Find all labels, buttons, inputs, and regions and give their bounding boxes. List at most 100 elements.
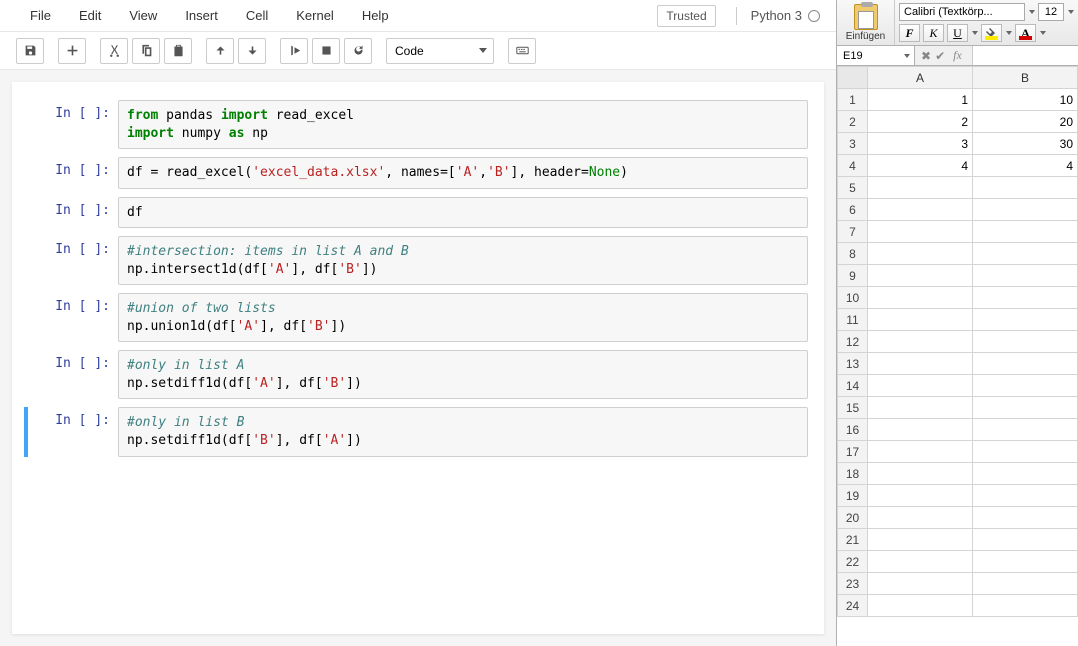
move-up-button[interactable] <box>206 38 234 64</box>
row-header[interactable]: 24 <box>838 595 868 617</box>
cell[interactable] <box>973 507 1078 529</box>
code-cell[interactable]: In [ ]:#intersection: items in list A an… <box>28 236 808 285</box>
row-header[interactable]: 15 <box>838 397 868 419</box>
row-header[interactable]: 6 <box>838 199 868 221</box>
restart-button[interactable] <box>344 38 372 64</box>
cell[interactable]: 2 <box>868 111 973 133</box>
cell-type-select[interactable]: Code <box>386 38 494 64</box>
menu-item-kernel[interactable]: Kernel <box>282 8 348 23</box>
cell[interactable] <box>973 177 1078 199</box>
cell[interactable] <box>868 287 973 309</box>
name-box[interactable]: E19 <box>837 46 915 65</box>
font-select[interactable]: Calibri (Textkörp... <box>899 3 1025 21</box>
cell[interactable]: 1 <box>868 89 973 111</box>
code-cell[interactable]: In [ ]:#only in list B np.setdiff1d(df['… <box>24 407 808 456</box>
cell[interactable] <box>868 529 973 551</box>
row-header[interactable]: 17 <box>838 441 868 463</box>
row-header[interactable]: 12 <box>838 331 868 353</box>
cell[interactable] <box>868 331 973 353</box>
cell[interactable] <box>868 573 973 595</box>
font-size-input[interactable]: 12 <box>1038 3 1064 21</box>
kernel-indicator[interactable]: Python 3 <box>751 8 820 23</box>
cell[interactable] <box>868 221 973 243</box>
cell[interactable] <box>973 375 1078 397</box>
menu-item-help[interactable]: Help <box>348 8 403 23</box>
cell[interactable] <box>973 353 1078 375</box>
code-cell[interactable]: In [ ]:#union of two lists np.union1d(df… <box>28 293 808 342</box>
cell[interactable] <box>973 419 1078 441</box>
cell[interactable] <box>868 507 973 529</box>
row-header[interactable]: 11 <box>838 309 868 331</box>
italic-button[interactable]: K <box>923 24 944 42</box>
cell[interactable] <box>973 309 1078 331</box>
cell[interactable] <box>973 485 1078 507</box>
cell[interactable] <box>868 199 973 221</box>
cell[interactable] <box>868 463 973 485</box>
cell[interactable] <box>868 243 973 265</box>
menu-item-file[interactable]: File <box>16 8 65 23</box>
code-cell[interactable]: In [ ]:#only in list A np.setdiff1d(df['… <box>28 350 808 399</box>
row-header[interactable]: 22 <box>838 551 868 573</box>
cell[interactable] <box>973 221 1078 243</box>
cell[interactable] <box>973 397 1078 419</box>
paste-button[interactable]: Einfügen <box>837 0 895 45</box>
row-header[interactable]: 3 <box>838 133 868 155</box>
input-area[interactable]: df <box>118 197 808 229</box>
cell[interactable] <box>868 375 973 397</box>
cell[interactable] <box>868 441 973 463</box>
cell[interactable] <box>973 529 1078 551</box>
cell[interactable] <box>868 595 973 617</box>
cell[interactable]: 4 <box>868 155 973 177</box>
cell[interactable] <box>973 441 1078 463</box>
cell[interactable] <box>868 309 973 331</box>
cell[interactable]: 10 <box>973 89 1078 111</box>
row-header[interactable]: 18 <box>838 463 868 485</box>
notebook-area[interactable]: In [ ]:from pandas import read_excel imp… <box>12 82 824 634</box>
row-header[interactable]: 2 <box>838 111 868 133</box>
save-button[interactable] <box>16 38 44 64</box>
row-header[interactable]: 21 <box>838 529 868 551</box>
paste-button[interactable] <box>164 38 192 64</box>
menu-item-edit[interactable]: Edit <box>65 8 115 23</box>
fx-icon[interactable]: fx <box>949 48 966 63</box>
menu-item-view[interactable]: View <box>115 8 171 23</box>
fill-color-button[interactable] <box>981 24 1002 42</box>
menu-item-cell[interactable]: Cell <box>232 8 282 23</box>
cell[interactable]: 20 <box>973 111 1078 133</box>
copy-button[interactable] <box>132 38 160 64</box>
stop-button[interactable] <box>312 38 340 64</box>
row-header[interactable]: 19 <box>838 485 868 507</box>
row-header[interactable]: 10 <box>838 287 868 309</box>
trusted-badge[interactable]: Trusted <box>657 5 715 27</box>
cell[interactable] <box>973 595 1078 617</box>
cell[interactable] <box>868 353 973 375</box>
cut-button[interactable] <box>100 38 128 64</box>
cell[interactable]: 30 <box>973 133 1078 155</box>
command-palette-button[interactable] <box>508 38 536 64</box>
cell[interactable] <box>868 177 973 199</box>
cell[interactable] <box>868 551 973 573</box>
move-down-button[interactable] <box>238 38 266 64</box>
cell[interactable] <box>973 331 1078 353</box>
cell[interactable] <box>973 463 1078 485</box>
cell[interactable] <box>973 243 1078 265</box>
font-color-button[interactable]: A <box>1015 24 1036 42</box>
row-header[interactable]: 8 <box>838 243 868 265</box>
row-header[interactable]: 13 <box>838 353 868 375</box>
input-area[interactable]: #only in list A np.setdiff1d(df['A'], df… <box>118 350 808 399</box>
cancel-icon[interactable]: ✖ <box>921 49 931 63</box>
input-area[interactable]: #intersection: items in list A and B np.… <box>118 236 808 285</box>
input-area[interactable]: #union of two lists np.union1d(df['A'], … <box>118 293 808 342</box>
run-button[interactable] <box>280 38 308 64</box>
row-header[interactable]: 14 <box>838 375 868 397</box>
code-cell[interactable]: In [ ]:df <box>28 197 808 229</box>
row-header[interactable]: 16 <box>838 419 868 441</box>
input-area[interactable]: from pandas import read_excel import num… <box>118 100 808 149</box>
cell[interactable] <box>868 397 973 419</box>
menu-item-insert[interactable]: Insert <box>171 8 232 23</box>
row-header[interactable]: 20 <box>838 507 868 529</box>
row-header[interactable]: 1 <box>838 89 868 111</box>
row-header[interactable]: 4 <box>838 155 868 177</box>
select-all-corner[interactable] <box>838 67 868 89</box>
cell[interactable]: 4 <box>973 155 1078 177</box>
